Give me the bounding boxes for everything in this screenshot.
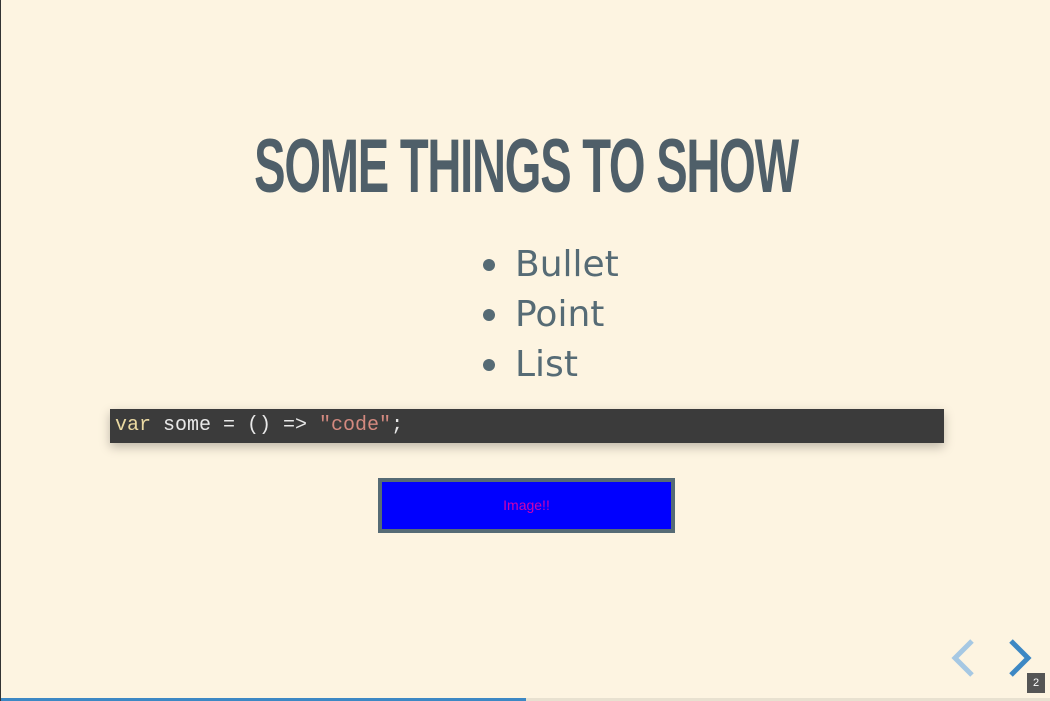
bullet-text: Bullet xyxy=(515,244,619,285)
chevron-left-icon xyxy=(951,639,974,677)
presentation-viewport: SOME THINGS TO SHOW Bullet Point List va… xyxy=(0,0,1050,701)
chevron-right-icon xyxy=(1009,639,1032,677)
code-terminator: ; xyxy=(391,414,404,437)
slide-title: SOME THINGS TO SHOW xyxy=(254,124,799,209)
code-string: "code" xyxy=(319,414,392,437)
next-slide-button[interactable] xyxy=(999,638,1039,678)
image-alt-text: Image!! xyxy=(503,497,550,513)
slide-image: Image!! xyxy=(378,478,675,533)
code-keyword: var xyxy=(115,414,152,437)
bullet-list: Bullet Point List xyxy=(481,240,619,390)
code-block: var some = () => "code"; xyxy=(110,409,944,443)
list-item: Point xyxy=(481,290,619,340)
bullet-text: List xyxy=(515,344,578,385)
bullet-dot-icon xyxy=(483,359,495,371)
code-text: some = () => xyxy=(151,414,320,437)
list-item: Bullet xyxy=(481,240,619,290)
slide-number-badge: 2 xyxy=(1027,673,1045,693)
list-item: List xyxy=(481,340,619,390)
bullet-text: Point xyxy=(515,294,605,335)
bullet-dot-icon xyxy=(483,309,495,321)
bullet-dot-icon xyxy=(483,259,495,271)
prev-slide-button[interactable] xyxy=(945,638,985,678)
